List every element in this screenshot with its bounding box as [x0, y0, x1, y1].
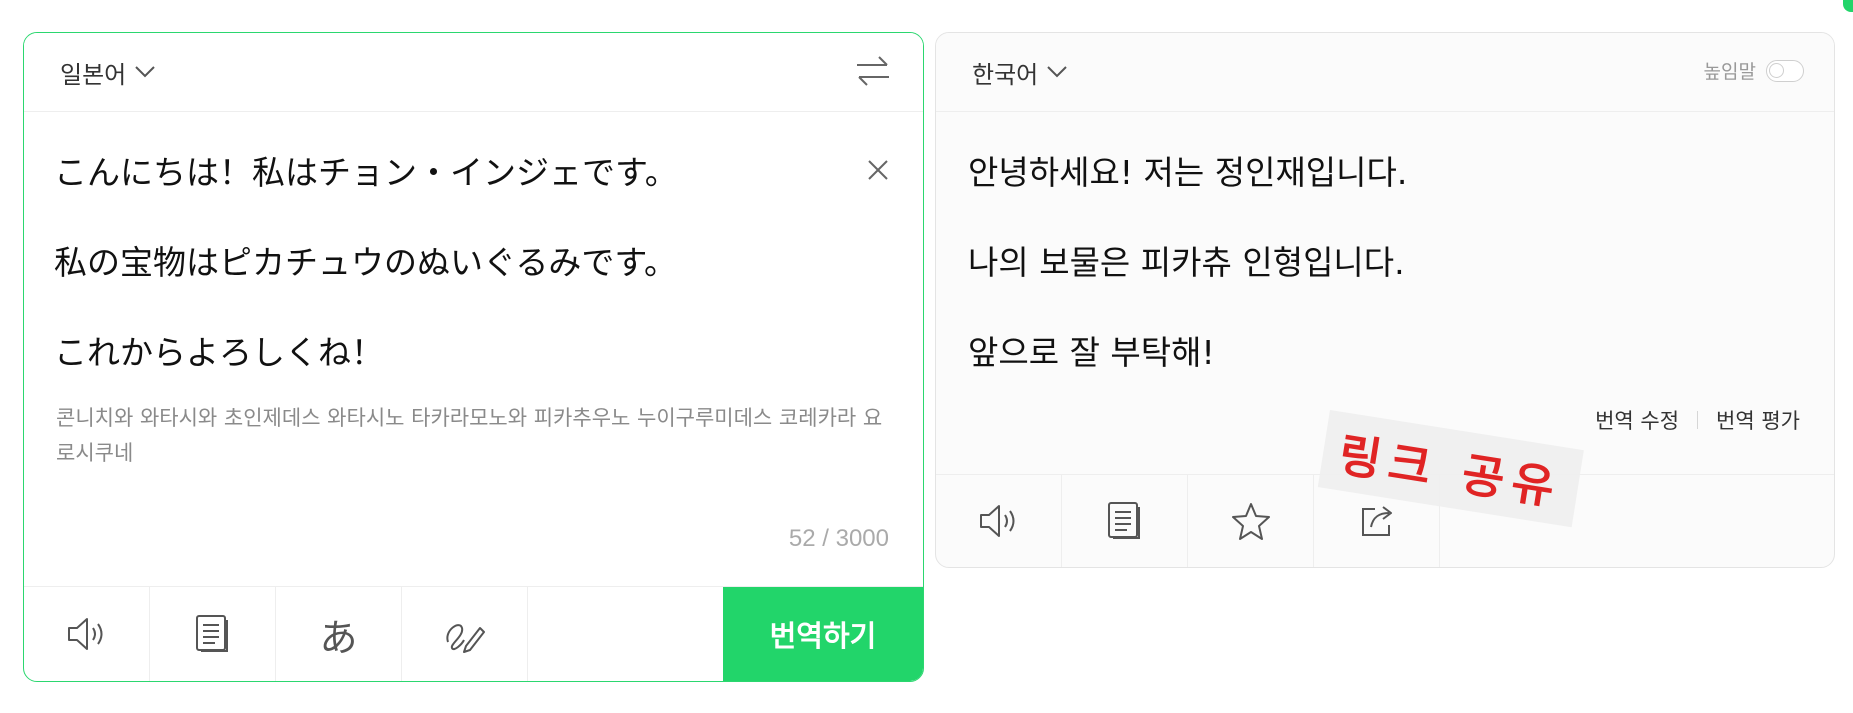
document-icon: [193, 613, 233, 655]
honorific-toggle[interactable]: 높임말: [1704, 57, 1804, 84]
source-text-area[interactable]: こんにちは！私はチョン・インジェです。 私の宝物はピカチュウのぬいぐるみです。 …: [54, 151, 863, 421]
target-text-line: 앞으로 잘 부탁해!: [968, 333, 1215, 372]
dictionary-source-button[interactable]: [150, 587, 276, 681]
close-icon: [863, 155, 893, 185]
toggle-knob: [1769, 62, 1784, 78]
corner-accent: [1843, 0, 1853, 12]
share-icon: [1357, 501, 1397, 541]
chevron-down-icon: [1046, 65, 1068, 79]
target-panel-header: 한국어 높임말: [936, 33, 1834, 112]
star-icon: [1230, 501, 1272, 541]
copy-target-button[interactable]: [1062, 475, 1188, 567]
toggle-switch[interactable]: [1766, 59, 1804, 82]
target-text-line: 나의 보물은 피카츄 인형입니다.: [968, 243, 1405, 282]
listen-target-button[interactable]: [936, 475, 1062, 567]
feedback-links: 번역 수정 번역 평가: [1595, 405, 1800, 435]
source-text-line: これからよろしくね！: [54, 333, 384, 372]
target-text-area: 안녕하세요! 저는 정인재입니다. 나의 보물은 피카츄 인형입니다. 앞으로 …: [968, 151, 1774, 421]
swap-languages-button[interactable]: [853, 51, 893, 91]
chevron-down-icon: [134, 65, 156, 79]
source-text-line: こんにちは！私はチョン・インジェです。: [54, 153, 678, 192]
handwriting-button[interactable]: [402, 587, 528, 681]
target-text-line: 안녕하세요! 저는 정인재입니다.: [968, 153, 1408, 192]
rate-translation-link[interactable]: 번역 평가: [1716, 405, 1800, 435]
edit-translation-link[interactable]: 번역 수정: [1595, 405, 1679, 435]
source-language-select[interactable]: 일본어: [60, 55, 156, 89]
source-text-line: 私の宝物はピカチュウのぬいぐるみです。: [54, 243, 678, 282]
divider: [1697, 411, 1699, 429]
handwriting-pen-icon: [442, 614, 488, 654]
source-language-label: 일본어: [60, 60, 127, 89]
target-language-select[interactable]: 한국어: [972, 55, 1068, 89]
target-language-label: 한국어: [972, 60, 1039, 89]
character-count: 52 / 3000: [788, 525, 889, 552]
favorite-button[interactable]: [1188, 475, 1314, 567]
source-pronunciation: 콘니치와 와타시와 초인제데스 와타시노 타카라모노와 피카추우노 누이구루미데…: [56, 406, 883, 465]
speaker-icon: [65, 616, 109, 652]
listen-source-button[interactable]: [24, 587, 150, 681]
swap-icon: [853, 51, 893, 91]
speaker-icon: [977, 503, 1021, 539]
honorific-label: 높임말: [1703, 61, 1756, 83]
translate-button[interactable]: 번역하기: [723, 587, 923, 681]
source-panel-header: 일본어: [24, 33, 923, 112]
hiragana-icon: あ: [319, 615, 358, 660]
clear-text-button[interactable]: [863, 155, 893, 185]
document-icon: [1105, 500, 1145, 542]
source-panel: 일본어 こんにちは！私はチョン・インジェです。 私の宝物はピカチュウのぬいぐるみ…: [23, 32, 924, 682]
hiragana-button[interactable]: あ: [276, 587, 402, 681]
